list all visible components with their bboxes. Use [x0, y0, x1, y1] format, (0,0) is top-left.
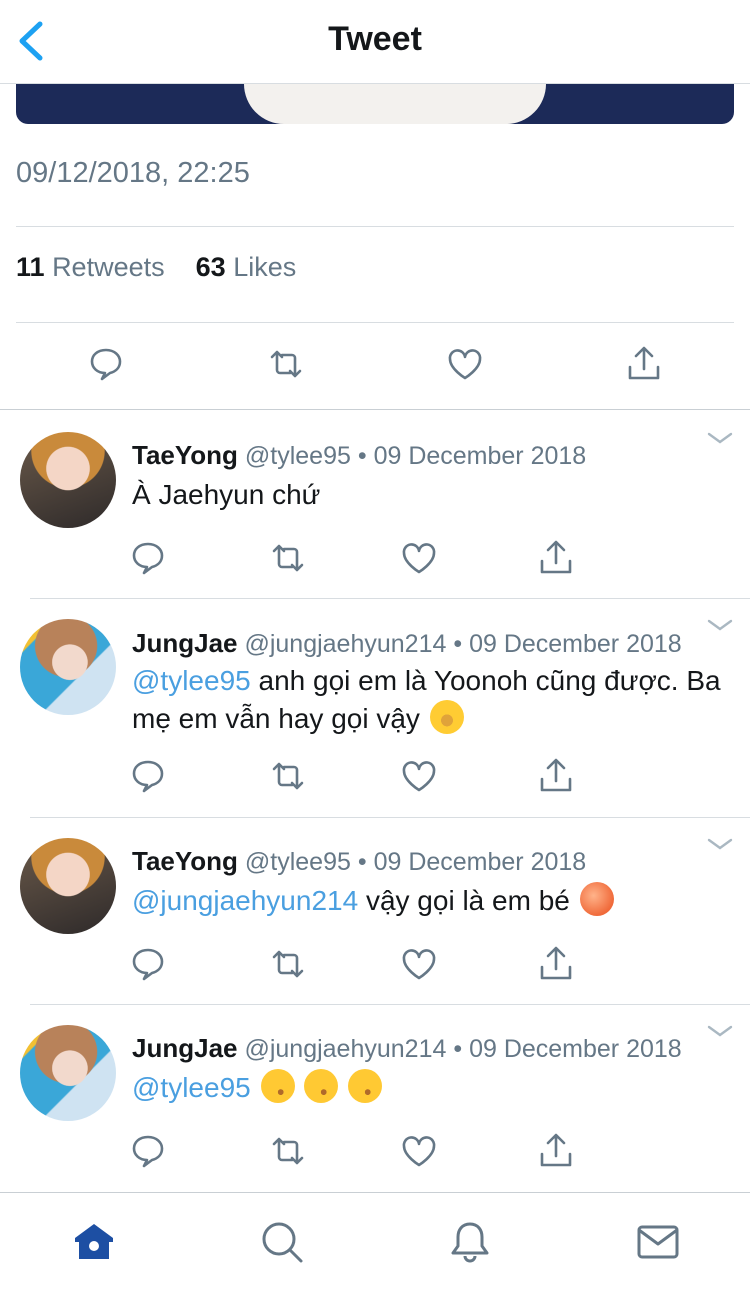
reply-header: TaeYong @tylee95 • 09 December 2018 — [132, 846, 586, 877]
display-name[interactable]: JungJae — [132, 628, 238, 658]
reply-header: TaeYong @tylee95 • 09 December 2018 — [132, 440, 586, 471]
reply-header: JungJae @jungjaehyun214 • 09 December 20… — [132, 628, 682, 659]
retweet-icon[interactable] — [264, 342, 308, 386]
media-photo-detail — [244, 84, 546, 124]
like-icon[interactable] — [397, 1129, 441, 1173]
avatar[interactable] — [20, 619, 116, 715]
handle[interactable]: @tylee95 — [245, 848, 351, 876]
reply-icon[interactable] — [84, 342, 128, 386]
mention-link[interactable]: @jungjaehyun214 — [132, 885, 358, 916]
avatar[interactable] — [20, 1025, 116, 1121]
reply-text: À Jaehyun chứ — [132, 476, 732, 514]
display-name[interactable]: JungJae — [132, 1033, 238, 1063]
tweet-stats: 11 Retweets 63 Likes — [16, 252, 296, 283]
kissing-face-emoji — [348, 1069, 383, 1103]
chevron-down-icon[interactable] — [706, 617, 734, 633]
share-icon[interactable] — [622, 342, 666, 386]
page-title: Tweet — [328, 20, 422, 58]
divider — [16, 226, 734, 227]
handle[interactable]: @jungjaehyun214 — [244, 630, 446, 658]
retweet-icon[interactable] — [266, 754, 310, 798]
avatar[interactable] — [20, 838, 116, 934]
mention-link[interactable]: @tylee95 — [132, 1072, 251, 1103]
notifications-icon[interactable] — [447, 1219, 493, 1265]
separator-dot: • — [357, 442, 367, 470]
handle[interactable]: @tylee95 — [245, 442, 351, 470]
avatar[interactable] — [20, 432, 116, 528]
reply-item[interactable]: JungJae @jungjaehyun214 • 09 December 20… — [0, 1005, 750, 1191]
reply-text: @tylee95 anh gọi em là Yoonoh cũng được.… — [132, 662, 732, 738]
separator-dot: • — [357, 848, 367, 876]
share-icon[interactable] — [534, 754, 578, 798]
likes-label[interactable]: Likes — [233, 252, 296, 282]
handle[interactable]: @jungjaehyun214 — [244, 1035, 446, 1063]
reply-icon[interactable] — [126, 536, 170, 580]
reply-text-content: vậy gọi là em bé — [365, 885, 570, 916]
reply-text-content: À Jaehyun chứ — [132, 479, 321, 510]
retweet-icon[interactable] — [266, 942, 310, 986]
tweet-media-image[interactable] — [16, 84, 734, 124]
reply-date: 09 December 2018 — [469, 630, 682, 658]
kissing-face-emoji — [260, 1069, 295, 1103]
retweets-label[interactable]: Retweets — [52, 252, 165, 282]
reply-item[interactable]: JungJae @jungjaehyun214 • 09 December 20… — [0, 599, 750, 817]
reply-text: @tylee95 — [132, 1069, 732, 1107]
chevron-down-icon[interactable] — [706, 1023, 734, 1039]
separator-dot: • — [453, 630, 463, 658]
separator-dot: • — [453, 1035, 463, 1063]
chevron-down-icon[interactable] — [706, 430, 734, 446]
mention-link[interactable]: @tylee95 — [132, 665, 251, 696]
home-icon[interactable] — [71, 1219, 117, 1265]
chevron-down-icon[interactable] — [706, 836, 734, 852]
tweet-timestamp: 09/12/2018, 22:25 — [16, 157, 250, 189]
like-icon[interactable] — [397, 942, 441, 986]
share-icon[interactable] — [534, 942, 578, 986]
reply-text: @jungjaehyun214 vậy gọi là em bé — [132, 882, 732, 920]
reply-date: 09 December 2018 — [469, 1035, 682, 1063]
retweets-count[interactable]: 11 — [16, 252, 45, 282]
kissing-face-emoji — [304, 1069, 339, 1103]
face-with-tears-of-joy-emoji — [429, 700, 464, 734]
reply-icon[interactable] — [126, 942, 170, 986]
reply-item[interactable]: TaeYong @tylee95 • 09 December 2018 À Ja… — [0, 410, 750, 598]
tweet-action-bar — [0, 342, 750, 402]
search-icon[interactable] — [259, 1219, 305, 1265]
share-icon[interactable] — [534, 536, 578, 580]
like-icon[interactable] — [397, 536, 441, 580]
display-name[interactable]: TaeYong — [132, 846, 238, 876]
reply-date: 09 December 2018 — [373, 848, 587, 876]
reply-item[interactable]: TaeYong @tylee95 • 09 December 2018 @jun… — [0, 818, 750, 1004]
bottom-tab-bar — [0, 1192, 750, 1290]
top-nav-bar: Tweet — [0, 0, 750, 84]
display-name[interactable]: TaeYong — [132, 440, 238, 470]
share-icon[interactable] — [534, 1129, 578, 1173]
messages-icon[interactable] — [635, 1219, 681, 1265]
reply-icon[interactable] — [126, 754, 170, 798]
like-icon[interactable] — [397, 754, 441, 798]
reply-header: JungJae @jungjaehyun214 • 09 December 20… — [132, 1033, 682, 1064]
divider — [16, 322, 734, 323]
retweet-icon[interactable] — [266, 1129, 310, 1173]
reply-icon[interactable] — [126, 1129, 170, 1173]
retweet-icon[interactable] — [266, 536, 310, 580]
likes-count[interactable]: 63 — [196, 252, 226, 282]
like-icon[interactable] — [443, 342, 487, 386]
reply-date: 09 December 2018 — [373, 442, 587, 470]
peach-emoji — [579, 882, 614, 916]
